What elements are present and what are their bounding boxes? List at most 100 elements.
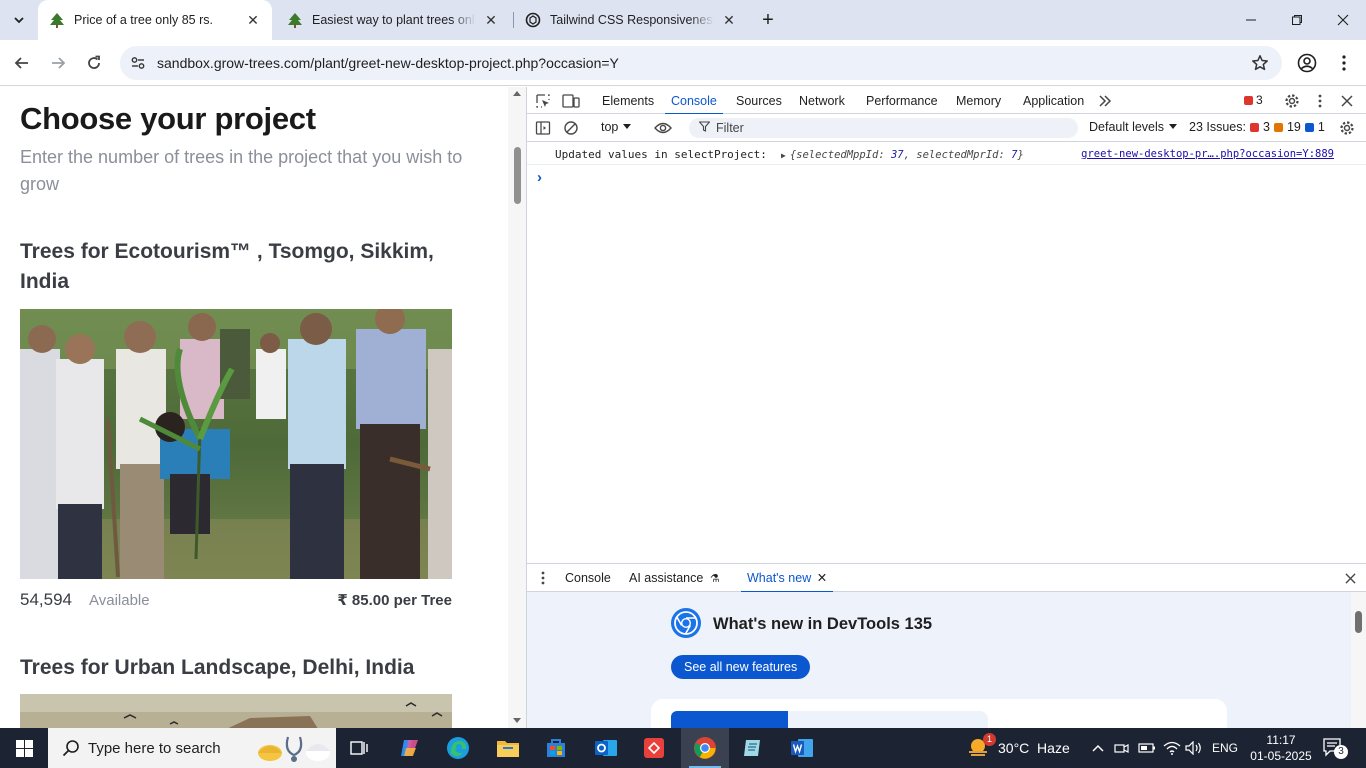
console-prompt-chevron-icon[interactable]: › xyxy=(537,169,542,186)
tab-search-chevron-icon[interactable] xyxy=(6,7,32,33)
weather-widget[interactable]: 1 30°C Haze xyxy=(966,733,1070,760)
project-photo-urban[interactable] xyxy=(20,694,452,728)
address-bar[interactable]: sandbox.grow-trees.com/plant/greet-new-d… xyxy=(120,46,1282,80)
devtools-main-tabs: Elements Console Sources Network Perform… xyxy=(527,87,1366,115)
battery-icon[interactable] xyxy=(1137,738,1157,758)
notification-count-badge: 3 xyxy=(1334,745,1348,759)
site-settings-icon[interactable] xyxy=(128,53,148,73)
browser-menu-kebab-icon[interactable] xyxy=(1329,48,1359,78)
log-levels-select[interactable]: Default levels xyxy=(1089,120,1178,134)
notepad-icon[interactable] xyxy=(729,728,777,768)
page-scrollbar-thumb[interactable] xyxy=(514,147,521,204)
console-filter-field[interactable] xyxy=(689,118,1078,138)
devtools-drawer-tabs: Console AI assistance ⚗ What's new ✕ xyxy=(527,563,1366,593)
console-output: Updated values in selectProject: ▶ {selec… xyxy=(527,143,1366,562)
whats-new-scrollbar-thumb[interactable] xyxy=(1355,611,1362,633)
input-language-indicator[interactable]: ENG xyxy=(1212,741,1238,755)
file-explorer-icon[interactable] xyxy=(484,728,532,768)
issue-warning-count: 19 xyxy=(1286,120,1301,134)
outlook-icon[interactable] xyxy=(582,728,630,768)
copilot-icon[interactable] xyxy=(386,728,434,768)
wifi-icon[interactable] xyxy=(1162,738,1182,758)
forward-arrow-icon[interactable] xyxy=(43,48,73,78)
microsoft-store-icon[interactable] xyxy=(532,728,580,768)
windows-start-icon[interactable] xyxy=(0,728,48,768)
back-arrow-icon[interactable] xyxy=(7,48,37,78)
weather-text: 30°C Haze xyxy=(998,740,1070,756)
devtools-settings-gear-icon[interactable] xyxy=(1282,91,1302,111)
console-sidebar-toggle-icon[interactable] xyxy=(533,118,553,138)
console-filter-input[interactable] xyxy=(716,120,1066,136)
inspect-element-icon[interactable] xyxy=(533,91,553,111)
devtools-tab-console[interactable]: Console xyxy=(665,87,723,115)
clock-time: 11:17 xyxy=(1266,733,1296,747)
devtools-tab-performance[interactable]: Performance xyxy=(866,87,938,114)
whats-new-scrollbar[interactable] xyxy=(1351,592,1366,728)
drawer-tab-ai-assistance[interactable]: AI assistance ⚗ xyxy=(629,564,720,592)
meet-now-icon[interactable] xyxy=(1112,738,1132,758)
show-hidden-icons-chevron-icon[interactable] xyxy=(1088,738,1108,758)
drawer-menu-kebab-icon[interactable] xyxy=(533,568,553,588)
drawer-tab-whats-new[interactable]: What's new ✕ xyxy=(740,564,834,593)
bookmark-star-icon[interactable] xyxy=(1250,53,1270,73)
see-all-features-button[interactable]: See all new features xyxy=(671,655,811,679)
url-text: sandbox.grow-trees.com/plant/greet-new-d… xyxy=(157,55,619,71)
issues-counter[interactable]: 23 Issues: 3 19 1 xyxy=(1189,120,1325,134)
whats-new-card[interactable] xyxy=(651,699,1227,728)
more-tabs-chevron-icon[interactable] xyxy=(1095,91,1115,111)
devtools-tab-elements[interactable]: Elements xyxy=(602,87,654,114)
clear-console-icon[interactable] xyxy=(561,118,581,138)
log-object-preview[interactable]: ▶ {selectedMppId: 37, selectedMprId: 7} xyxy=(781,149,1024,161)
tab-close-icon[interactable]: ✕ xyxy=(482,11,500,29)
project-photo-planting[interactable] xyxy=(20,309,452,579)
device-toolbar-icon[interactable] xyxy=(561,91,581,111)
project-title-urban: Trees for Urban Landscape, Delhi, India xyxy=(20,656,415,679)
console-settings-gear-icon[interactable] xyxy=(1337,118,1357,138)
minimize-icon[interactable] xyxy=(1228,0,1274,40)
devtools-tab-application[interactable]: Application xyxy=(1023,87,1084,114)
devtools-tab-memory[interactable]: Memory xyxy=(956,87,1001,114)
edge-browser-icon[interactable] xyxy=(434,728,482,768)
devtools-tab-network[interactable]: Network xyxy=(799,87,845,114)
scroll-up-arrow-icon[interactable] xyxy=(513,91,521,96)
taskbar-search-box[interactable]: Type here to search xyxy=(48,728,336,768)
search-highlight-doctor-icon xyxy=(256,733,332,766)
notification-center-icon[interactable]: 3 xyxy=(1322,737,1350,759)
new-tab-plus-icon[interactable]: + xyxy=(756,8,780,32)
word-icon[interactable] xyxy=(778,728,826,768)
devtools-menu-kebab-icon[interactable] xyxy=(1310,91,1330,111)
page-scrollbar[interactable] xyxy=(508,87,526,728)
devtools-close-icon[interactable] xyxy=(1337,91,1357,111)
chrome-browser-icon[interactable] xyxy=(681,728,729,768)
git-app-icon[interactable] xyxy=(630,728,678,768)
whats-new-panel: What's new in DevTools 135 See all new f… xyxy=(527,592,1366,728)
browser-tab-1[interactable]: Price of a tree only 85 rs. ✕ xyxy=(38,0,272,40)
error-icon xyxy=(1244,95,1253,105)
log-source-link[interactable]: greet-new-desktop-pr….php?occasion=Y:889 xyxy=(1081,148,1334,160)
taskbar-clock[interactable]: 11:17 01-05-2025 xyxy=(1250,732,1312,764)
profile-icon[interactable] xyxy=(1292,48,1322,78)
devtools-tab-sources[interactable]: Sources xyxy=(736,87,782,114)
grow-trees-favicon-icon xyxy=(286,11,304,29)
js-context-select[interactable]: top xyxy=(601,120,632,134)
weather-alert-badge: 1 xyxy=(983,733,996,746)
close-window-icon[interactable] xyxy=(1320,0,1366,40)
issue-info-icon xyxy=(1304,122,1314,132)
reload-icon[interactable] xyxy=(79,48,109,78)
errors-badge[interactable]: 3 xyxy=(1244,93,1263,107)
dropdown-arrow-icon xyxy=(1169,124,1178,129)
volume-icon[interactable] xyxy=(1184,738,1204,758)
tab-close-icon[interactable]: ✕ xyxy=(244,11,262,29)
drawer-tab-console[interactable]: Console xyxy=(565,564,611,592)
task-view-icon[interactable] xyxy=(336,728,384,768)
browser-tab-2[interactable]: Easiest way to plant trees online ✕ xyxy=(276,0,510,40)
expand-triangle-icon[interactable]: ▶ xyxy=(781,151,786,160)
restore-icon[interactable] xyxy=(1274,0,1320,40)
live-expression-eye-icon[interactable] xyxy=(653,118,673,138)
close-drawer-icon[interactable] xyxy=(1340,568,1360,588)
browser-tab-3[interactable]: Tailwind CSS Responsiveness Help ✕ xyxy=(514,0,748,40)
log-levels-value: Default levels xyxy=(1089,120,1165,134)
scroll-down-arrow-icon[interactable] xyxy=(513,718,521,723)
tab-close-icon[interactable]: ✕ xyxy=(720,11,738,29)
close-drawer-tab-icon[interactable]: ✕ xyxy=(817,571,827,585)
